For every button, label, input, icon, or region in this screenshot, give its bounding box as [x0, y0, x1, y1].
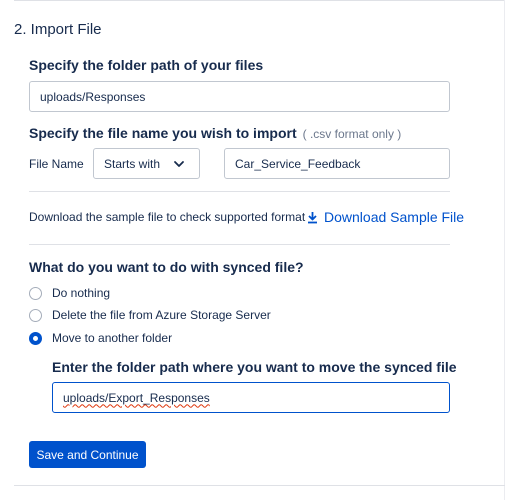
file-name-label: Specify the file name you wish to import: [29, 125, 297, 141]
file-name-field-label: File Name: [29, 157, 84, 171]
folder-path-label: Specify the folder path of your files: [29, 57, 264, 73]
divider: [29, 244, 450, 245]
move-folder-input[interactable]: uploads/Export_Responses: [52, 382, 450, 413]
move-folder-label: Enter the folder path where you want to …: [52, 359, 457, 375]
download-sample-link[interactable]: Download Sample File: [307, 209, 464, 225]
match-mode-select[interactable]: Starts with: [93, 148, 200, 179]
format-hint: ( .csv format only ): [302, 127, 402, 141]
radio-label: Do nothing: [52, 286, 111, 300]
radio-button[interactable]: [29, 286, 42, 300]
radio-do-nothing[interactable]: Do nothing: [29, 286, 110, 300]
folder-path-input[interactable]: uploads/Responses: [29, 81, 450, 112]
move-folder-value: uploads/Export_Responses: [63, 390, 210, 405]
radio-label: Move to another folder: [52, 331, 173, 345]
radio-button-selected[interactable]: [29, 331, 42, 345]
divider: [29, 191, 450, 192]
file-name-value: Car_Service_Feedback: [235, 156, 361, 171]
radio-delete-file[interactable]: Delete the file from Azure Storage Serve…: [29, 308, 271, 322]
download-icon: [308, 211, 317, 223]
download-sample-label: Download Sample File: [324, 209, 465, 225]
radio-move-folder[interactable]: Move to another folder: [29, 331, 172, 345]
sample-text: Download the sample file to check suppor…: [29, 210, 306, 224]
radio-label: Delete the file from Azure Storage Serve…: [52, 308, 271, 322]
match-mode-value: Starts with: [104, 156, 161, 171]
synced-question: What do you want to do with synced file?: [29, 259, 304, 275]
chevron-down-icon: [174, 161, 184, 167]
bottom-divider: [14, 485, 505, 486]
folder-path-value: uploads/Responses: [40, 89, 146, 104]
file-name-heading: Specify the file name you wish to import…: [29, 125, 401, 141]
radio-button[interactable]: [29, 308, 42, 322]
section-title: 2. Import File: [14, 21, 102, 38]
top-divider: [14, 0, 505, 1]
file-name-input[interactable]: Car_Service_Feedback: [224, 148, 450, 179]
save-continue-button[interactable]: Save and Continue: [29, 441, 146, 468]
